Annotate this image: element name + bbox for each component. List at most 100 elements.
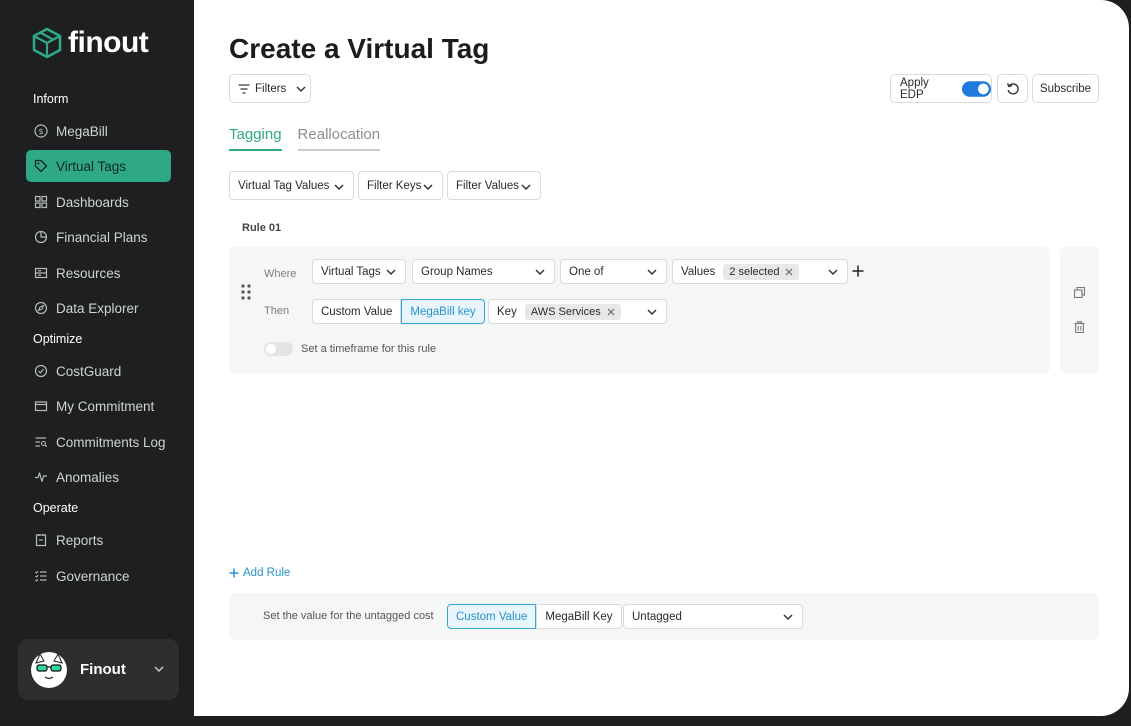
close-icon[interactable] <box>785 268 793 276</box>
main-panel: Create a Virtual Tag Filters Apply EDP S… <box>194 0 1129 716</box>
sidebar-item-my-commitment[interactable]: My Commitment <box>26 390 171 422</box>
add-rule-button[interactable]: Add Rule <box>229 567 290 579</box>
where-source-dropdown[interactable]: Virtual Tags <box>312 259 406 284</box>
svg-text:$: $ <box>38 127 43 136</box>
drag-handle-icon[interactable] <box>241 284 251 300</box>
rule-actions <box>1060 247 1099 373</box>
sidebar-item-label: Resources <box>56 265 121 281</box>
virtual-tag-values-dropdown[interactable]: Virtual Tag Values <box>229 171 354 200</box>
where-key-dropdown[interactable]: Group Names <box>412 259 555 284</box>
sidebar-item-dashboards[interactable]: Dashboards <box>26 186 171 218</box>
chevron-down-icon <box>296 85 306 92</box>
sidebar-item-megabill[interactable]: $ MegaBill <box>26 115 171 147</box>
chevron-down-icon <box>828 269 838 276</box>
dropdown-value: Group Names <box>421 265 493 278</box>
subscribe-button[interactable]: Subscribe <box>1032 74 1099 103</box>
subscribe-label: Subscribe <box>1039 82 1092 95</box>
pulse-icon <box>35 472 47 483</box>
chevron-down-icon <box>154 666 164 673</box>
then-label: Then <box>264 305 290 317</box>
sidebar-item-resources[interactable]: Resources <box>26 257 171 289</box>
section-label-optimize: Optimize <box>33 332 83 346</box>
then-key-dropdown[interactable]: Key AWS Services <box>488 299 667 324</box>
chevron-down-icon <box>535 269 545 276</box>
sidebar-item-virtual-tags[interactable]: Virtual Tags <box>26 150 171 182</box>
chevron-down-icon <box>521 184 531 191</box>
app-frame: finout Inform $ MegaBill Virtual Tags Da… <box>0 0 1131 726</box>
dollar-circle-icon: $ <box>34 124 48 138</box>
sidebar-item-label: Commitments Log <box>56 434 166 450</box>
chevron-down-icon <box>423 184 433 191</box>
rule-label: Rule 01 <box>242 222 282 234</box>
sidebar-item-label: Data Explorer <box>56 300 139 316</box>
megabill-key-option[interactable]: MegaBill key <box>401 299 485 324</box>
key-label: Key <box>497 305 517 318</box>
dropdown-label: Virtual Tag Values <box>238 179 330 192</box>
dropdown-value: One of <box>569 265 604 278</box>
timeframe-label: Set a timeframe for this rule <box>301 343 437 355</box>
untagged-value: Untagged <box>632 610 682 623</box>
wallet-icon <box>34 401 48 412</box>
user-menu[interactable]: Finout <box>18 639 179 700</box>
add-condition-icon[interactable] <box>852 265 864 277</box>
timeframe-toggle[interactable] <box>264 342 293 356</box>
sidebar-item-label: My Commitment <box>56 398 155 414</box>
where-label: Where <box>264 268 297 280</box>
filter-icon <box>238 83 250 94</box>
sidebar-item-governance[interactable]: Governance <box>26 560 171 592</box>
chevron-down-icon <box>783 614 793 621</box>
key-chip[interactable]: AWS Services <box>524 303 621 320</box>
chevron-down-icon <box>334 184 344 191</box>
values-chip[interactable]: 2 selected <box>723 263 800 280</box>
dropdown-label: Filter Values <box>456 179 520 192</box>
sidebar-item-label: Reports <box>56 532 104 548</box>
sidebar-item-data-explorer[interactable]: Data Explorer <box>26 292 171 324</box>
untagged-megabill-key-option[interactable]: MegaBill Key <box>536 604 622 629</box>
sidebar-item-label: Governance <box>56 568 130 584</box>
chevron-down-icon <box>647 309 657 316</box>
user-name: Finout <box>80 661 126 678</box>
logo-text: finout <box>68 26 149 59</box>
sidebar-item-financial-plans[interactable]: Financial Plans <box>26 221 171 253</box>
sidebar-item-reports[interactable]: Reports <box>26 524 171 556</box>
pie-icon <box>34 230 48 244</box>
untagged-cost-panel: Set the value for the untagged cost Cust… <box>229 593 1099 640</box>
then-value-type-toggle: Custom Value MegaBill key <box>312 299 485 324</box>
copy-icon[interactable] <box>1074 287 1085 298</box>
reset-icon <box>1006 82 1019 95</box>
chip-text: AWS Services <box>530 305 601 318</box>
sidebar-item-commitments-log[interactable]: Commitments Log <box>26 426 171 458</box>
trash-icon[interactable] <box>1074 321 1085 333</box>
custom-value-option[interactable]: Custom Value <box>312 299 402 324</box>
untagged-value-input[interactable]: Untagged <box>623 604 803 629</box>
filters-button[interactable]: Filters <box>229 74 311 103</box>
tab-tagging[interactable]: Tagging <box>229 126 282 151</box>
sidebar-item-costguard[interactable]: CostGuard <box>26 355 171 387</box>
finout-logo[interactable]: finout <box>32 26 149 60</box>
dropdown-value: Virtual Tags <box>321 265 381 278</box>
tag-icon <box>34 159 48 173</box>
where-values-dropdown[interactable]: Values 2 selected <box>672 259 848 284</box>
toggle-on-switch[interactable] <box>961 80 991 97</box>
rule-card: Where Virtual Tags Group Names One of Va… <box>229 247 1050 373</box>
tab-reallocation[interactable]: Reallocation <box>297 126 381 151</box>
add-rule-label: Add Rule <box>243 567 291 579</box>
untagged-custom-value-option[interactable]: Custom Value <box>447 604 537 629</box>
filter-keys-dropdown[interactable]: Filter Keys <box>358 171 443 200</box>
sidebar: finout Inform $ MegaBill Virtual Tags Da… <box>0 0 194 726</box>
close-icon[interactable] <box>607 308 615 316</box>
sidebar-item-label: Anomalies <box>56 469 120 485</box>
sidebar-item-label: CostGuard <box>56 363 122 379</box>
apply-edp-label: Apply EDP <box>900 76 929 101</box>
sidebar-item-anomalies[interactable]: Anomalies <box>26 461 171 493</box>
report-icon <box>35 534 47 547</box>
dropdown-label: Filter Keys <box>367 179 422 192</box>
avatar <box>31 651 67 688</box>
filter-values-dropdown[interactable]: Filter Values <box>447 171 541 200</box>
reset-button[interactable] <box>997 74 1028 103</box>
filters-label: Filters <box>255 82 287 95</box>
where-operator-dropdown[interactable]: One of <box>560 259 667 284</box>
sidebar-item-label: MegaBill <box>56 123 108 139</box>
chip-text: 2 selected <box>729 265 780 278</box>
apply-edp-toggle[interactable]: Apply EDP <box>890 74 992 103</box>
